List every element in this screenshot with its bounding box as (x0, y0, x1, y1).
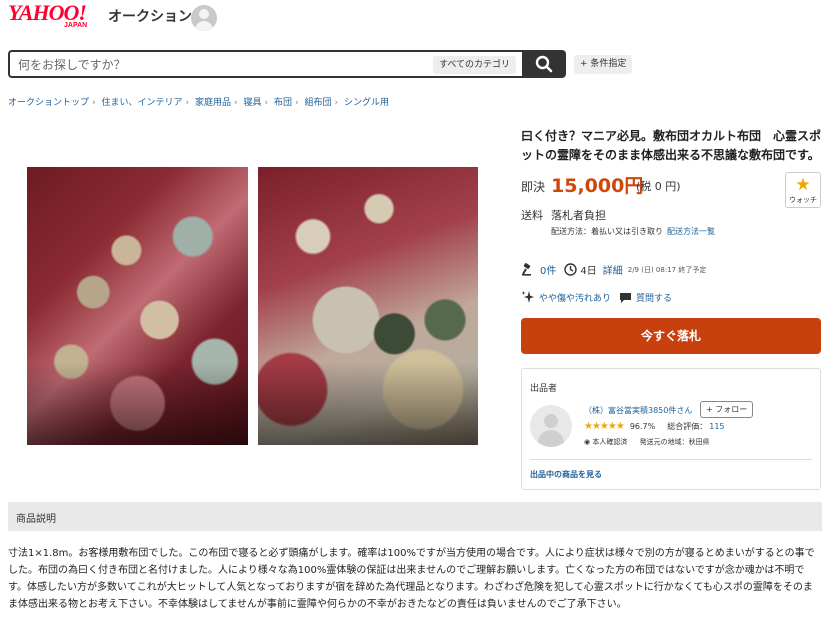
buy-now-button[interactable]: 今すぐ落札 (521, 318, 821, 354)
item-photo-2[interactable] (258, 167, 478, 445)
shipping-method: 配送方法：着払い又は引き取り 配送方法一覧 (551, 226, 715, 237)
follow-button[interactable]: + フォロー (700, 401, 754, 418)
search-bar: すべてのカテゴリ (8, 50, 524, 78)
seller-avatar-icon[interactable] (530, 405, 572, 447)
seller-meta: ◉ 本人確認済 発送元の地域：秋田県 (584, 437, 710, 447)
description-header: 商品説明 (8, 502, 822, 531)
chevron-right-icon: › (234, 98, 238, 108)
description-title: 商品説明 (16, 514, 56, 525)
chevron-right-icon: › (264, 98, 269, 108)
rating-percent: 96.7% (629, 422, 656, 431)
condition-row: やや傷や汚れあり 質問する (521, 290, 672, 304)
search-icon (535, 55, 553, 73)
item-title: 曰く付き？マニア必見。敷布団オカルト布団 心霊スポットの霊障をそのまま体感出来る… (521, 129, 822, 162)
seller-location: 発送元の地域：秋田県 (639, 438, 710, 446)
chevron-right-icon: › (295, 98, 299, 108)
question-link[interactable]: 質問する (636, 291, 672, 304)
user-avatar-icon[interactable] (191, 5, 217, 31)
seller-rating: ★★★★★ 96.7% 総合評価： 115 (584, 421, 725, 432)
search-input[interactable] (18, 56, 418, 74)
breadcrumb-link[interactable]: シングル用 (344, 98, 389, 108)
shipping-method-text: 配送方法：着払い又は引き取り (551, 227, 663, 236)
seller-items-link[interactable]: 出品中の商品を見る (530, 469, 602, 480)
detail-link[interactable]: 詳細 (603, 262, 623, 277)
rating-stars-icon: ★★★★★ (584, 421, 625, 432)
search-button[interactable] (522, 50, 566, 78)
breadcrumb-link[interactable]: 布団 (274, 98, 292, 108)
shipping-value: 落札者負担 (551, 209, 606, 222)
brand-name[interactable]: オークション (108, 6, 192, 26)
condition-link[interactable]: やや傷や汚れあり (539, 291, 611, 304)
watch-button[interactable]: ★ ウォッチ (785, 172, 821, 208)
item-photo-1[interactable] (27, 167, 248, 445)
logo-sub: JAPAN (64, 22, 88, 29)
breadcrumb-link[interactable]: 住まい、インテリア (102, 98, 183, 108)
breadcrumb-link[interactable]: 家庭用品 (195, 98, 231, 108)
clock-icon (564, 263, 578, 276)
bids-row: 0件 4日 詳細 2/9 (日) 08:17 終了予定 (521, 262, 706, 277)
watch-label: ウォッチ (789, 196, 817, 204)
yahoo-logo[interactable]: YAHOO! JAPAN (8, 2, 108, 32)
breadcrumb-link[interactable]: オークショントップ (8, 98, 89, 108)
divider (530, 459, 812, 460)
shipping-label: 送料 (521, 209, 543, 222)
price-tax: (税 0 円) (636, 180, 681, 193)
verified-check-icon: ◉ (584, 438, 591, 446)
conditions-button[interactable]: + 条件指定 (574, 55, 633, 74)
end-time: 2/9 (日) 08:17 終了予定 (627, 265, 707, 274)
gavel-icon (522, 263, 531, 276)
total-rating-value[interactable]: 115 (709, 422, 724, 431)
chat-bubble-icon (620, 292, 632, 303)
breadcrumb-link[interactable]: 寝具 (244, 98, 262, 108)
category-select[interactable]: すべてのカテゴリ (432, 56, 516, 74)
time-left: 4日 (580, 266, 597, 277)
breadcrumb: オークショントップ › 住まい、インテリア › 家庭用品 › 寝具 › 布団 › 組布団 ›… (8, 95, 389, 108)
chevron-right-icon: › (185, 98, 190, 108)
description-body: 寸法1×1.8m。お客様用敷布団でした。この布団で寝ると必ず頭痛がします。確率は… (8, 548, 815, 610)
breadcrumb-link[interactable]: 組布団 (305, 98, 332, 108)
verified-label: 本人確認済 (592, 438, 628, 446)
seller-heading: 出品者 (530, 384, 558, 394)
star-icon: ★ (795, 175, 811, 195)
bid-count[interactable]: 0件 (540, 262, 556, 277)
sparkle-icon (521, 291, 534, 303)
chevron-right-icon: › (92, 98, 96, 108)
price-value: 15,000円 (551, 175, 644, 197)
price-label: 即決 (521, 180, 546, 194)
shipping-methods-link[interactable]: 配送方法一覧 (667, 227, 715, 236)
seller-card: 出品者 （株）富谷當実積3850件さん + フォロー ★★★★★ 96.7% 総… (521, 368, 821, 490)
chevron-right-icon: › (334, 98, 339, 108)
total-rating-label: 総合評価： (667, 422, 708, 431)
seller-name-link[interactable]: （株）富谷當実積3850件さん (584, 405, 692, 416)
